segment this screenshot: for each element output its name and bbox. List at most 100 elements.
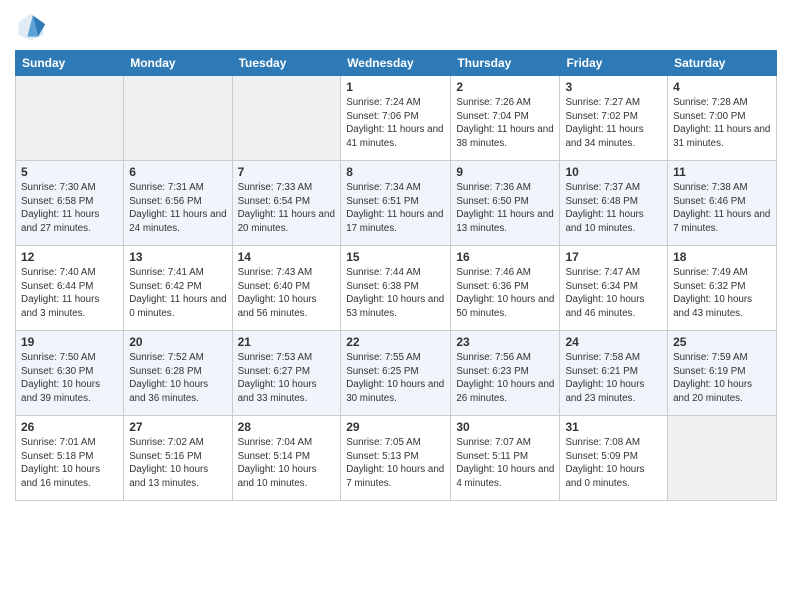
day-info: Sunrise: 7:59 AM Sunset: 6:19 PM Dayligh… <box>673 351 771 406</box>
day-number: 12 <box>21 250 118 264</box>
day-info: Sunrise: 7:40 AM Sunset: 6:44 PM Dayligh… <box>21 266 118 321</box>
weekday-header-row: SundayMondayTuesdayWednesdayThursdayFrid… <box>16 51 777 76</box>
day-info: Sunrise: 7:37 AM Sunset: 6:48 PM Dayligh… <box>565 181 662 236</box>
calendar-cell: 27 Sunrise: 7:02 AM Sunset: 5:16 PM Dayli… <box>124 416 232 501</box>
day-info: Sunrise: 7:50 AM Sunset: 6:30 PM Dayligh… <box>21 351 118 406</box>
calendar-cell: 11 Sunrise: 7:38 AM Sunset: 6:46 PM Dayli… <box>668 161 777 246</box>
weekday-header-sunday: Sunday <box>16 51 124 76</box>
day-number: 22 <box>346 335 445 349</box>
day-info: Sunrise: 7:46 AM Sunset: 6:36 PM Dayligh… <box>456 266 554 321</box>
day-number: 14 <box>238 250 336 264</box>
calendar-cell: 16Sunrise: 7:46 AM Sunset: 6:36 PM Dayli… <box>451 246 560 331</box>
calendar-cell: 6 Sunrise: 7:31 AM Sunset: 6:56 PM Daylig… <box>124 161 232 246</box>
day-info: Sunrise: 7:52 AM Sunset: 6:28 PM Dayligh… <box>129 351 226 406</box>
calendar-cell: 18Sunrise: 7:49 AM Sunset: 6:32 PM Dayli… <box>668 246 777 331</box>
day-number: 9 <box>456 165 554 179</box>
calendar-cell: 4 Sunrise: 7:28 AM Sunset: 7:00 PM Daylig… <box>668 76 777 161</box>
week-row-3: 12 Sunrise: 7:40 AM Sunset: 6:44 PM Dayli… <box>16 246 777 331</box>
calendar-cell: 20 Sunrise: 7:52 AM Sunset: 6:28 PM Dayli… <box>124 331 232 416</box>
calendar-cell: 14 Sunrise: 7:43 AM Sunset: 6:40 PM Dayli… <box>232 246 341 331</box>
day-info: Sunrise: 7:44 AM Sunset: 6:38 PM Dayligh… <box>346 266 445 321</box>
page: SundayMondayTuesdayWednesdayThursdayFrid… <box>0 0 792 612</box>
day-number: 8 <box>346 165 445 179</box>
logo <box>15 10 51 42</box>
day-info: Sunrise: 7:56 AM Sunset: 6:23 PM Dayligh… <box>456 351 554 406</box>
day-number: 31 <box>565 420 662 434</box>
day-info: Sunrise: 7:08 AM Sunset: 5:09 PM Dayligh… <box>565 436 662 491</box>
day-info: Sunrise: 7:33 AM Sunset: 6:54 PM Dayligh… <box>238 181 336 236</box>
day-info: Sunrise: 7:28 AM Sunset: 7:00 PM Dayligh… <box>673 96 771 151</box>
week-row-1: 1Sunrise: 7:24 AM Sunset: 7:06 PM Daylig… <box>16 76 777 161</box>
day-info: Sunrise: 7:43 AM Sunset: 6:40 PM Dayligh… <box>238 266 336 321</box>
week-row-2: 5 Sunrise: 7:30 AM Sunset: 6:58 PM Daylig… <box>16 161 777 246</box>
day-number: 17 <box>565 250 662 264</box>
day-number: 5 <box>21 165 118 179</box>
day-number: 29 <box>346 420 445 434</box>
day-number: 10 <box>565 165 662 179</box>
day-number: 21 <box>238 335 336 349</box>
day-info: Sunrise: 7:58 AM Sunset: 6:21 PM Dayligh… <box>565 351 662 406</box>
day-number: 2 <box>456 80 554 94</box>
day-info: Sunrise: 7:53 AM Sunset: 6:27 PM Dayligh… <box>238 351 336 406</box>
day-info: Sunrise: 7:47 AM Sunset: 6:34 PM Dayligh… <box>565 266 662 321</box>
day-number: 18 <box>673 250 771 264</box>
calendar-cell: 26Sunrise: 7:01 AM Sunset: 5:18 PM Dayli… <box>16 416 124 501</box>
day-info: Sunrise: 7:38 AM Sunset: 6:46 PM Dayligh… <box>673 181 771 236</box>
calendar-cell: 19 Sunrise: 7:50 AM Sunset: 6:30 PM Dayli… <box>16 331 124 416</box>
calendar-cell: 9 Sunrise: 7:36 AM Sunset: 6:50 PM Daylig… <box>451 161 560 246</box>
day-info: Sunrise: 7:02 AM Sunset: 5:16 PM Dayligh… <box>129 436 226 491</box>
weekday-header-thursday: Thursday <box>451 51 560 76</box>
day-number: 26 <box>21 420 118 434</box>
calendar-cell: 3 Sunrise: 7:27 AM Sunset: 7:02 PM Daylig… <box>560 76 668 161</box>
day-info: Sunrise: 7:31 AM Sunset: 6:56 PM Dayligh… <box>129 181 226 236</box>
day-number: 6 <box>129 165 226 179</box>
calendar-cell: 13Sunrise: 7:41 AM Sunset: 6:42 PM Dayli… <box>124 246 232 331</box>
day-info: Sunrise: 7:30 AM Sunset: 6:58 PM Dayligh… <box>21 181 118 236</box>
day-number: 28 <box>238 420 336 434</box>
calendar-cell: 5 Sunrise: 7:30 AM Sunset: 6:58 PM Daylig… <box>16 161 124 246</box>
day-number: 24 <box>565 335 662 349</box>
day-info: Sunrise: 7:24 AM Sunset: 7:06 PM Dayligh… <box>346 96 445 151</box>
weekday-header-wednesday: Wednesday <box>341 51 451 76</box>
day-number: 13 <box>129 250 226 264</box>
calendar-cell: 30 Sunrise: 7:07 AM Sunset: 5:11 PM Dayli… <box>451 416 560 501</box>
calendar-cell: 25 Sunrise: 7:59 AM Sunset: 6:19 PM Dayli… <box>668 331 777 416</box>
calendar-cell <box>232 76 341 161</box>
weekday-header-saturday: Saturday <box>668 51 777 76</box>
week-row-5: 26Sunrise: 7:01 AM Sunset: 5:18 PM Dayli… <box>16 416 777 501</box>
day-number: 15 <box>346 250 445 264</box>
calendar-cell: 12 Sunrise: 7:40 AM Sunset: 6:44 PM Dayli… <box>16 246 124 331</box>
day-info: Sunrise: 7:07 AM Sunset: 5:11 PM Dayligh… <box>456 436 554 491</box>
weekday-header-monday: Monday <box>124 51 232 76</box>
calendar-cell: 28 Sunrise: 7:04 AM Sunset: 5:14 PM Dayli… <box>232 416 341 501</box>
day-number: 19 <box>21 335 118 349</box>
day-number: 7 <box>238 165 336 179</box>
weekday-header-tuesday: Tuesday <box>232 51 341 76</box>
day-info: Sunrise: 7:27 AM Sunset: 7:02 PM Dayligh… <box>565 96 662 151</box>
header <box>15 10 777 42</box>
calendar-cell: 1Sunrise: 7:24 AM Sunset: 7:06 PM Daylig… <box>341 76 451 161</box>
calendar-cell: 24 Sunrise: 7:58 AM Sunset: 6:21 PM Dayli… <box>560 331 668 416</box>
day-number: 25 <box>673 335 771 349</box>
calendar-cell: 7 Sunrise: 7:33 AM Sunset: 6:54 PM Daylig… <box>232 161 341 246</box>
calendar-table: SundayMondayTuesdayWednesdayThursdayFrid… <box>15 50 777 501</box>
day-number: 3 <box>565 80 662 94</box>
weekday-header-friday: Friday <box>560 51 668 76</box>
day-number: 30 <box>456 420 554 434</box>
calendar-cell: 21 Sunrise: 7:53 AM Sunset: 6:27 PM Dayli… <box>232 331 341 416</box>
day-number: 20 <box>129 335 226 349</box>
day-number: 4 <box>673 80 771 94</box>
calendar-cell: 2Sunrise: 7:26 AM Sunset: 7:04 PM Daylig… <box>451 76 560 161</box>
day-info: Sunrise: 7:36 AM Sunset: 6:50 PM Dayligh… <box>456 181 554 236</box>
calendar-cell: 8 Sunrise: 7:34 AM Sunset: 6:51 PM Daylig… <box>341 161 451 246</box>
calendar-cell: 23Sunrise: 7:56 AM Sunset: 6:23 PM Dayli… <box>451 331 560 416</box>
day-number: 27 <box>129 420 226 434</box>
day-info: Sunrise: 7:34 AM Sunset: 6:51 PM Dayligh… <box>346 181 445 236</box>
calendar-cell <box>668 416 777 501</box>
calendar-cell <box>124 76 232 161</box>
day-number: 11 <box>673 165 771 179</box>
calendar-cell: 31 Sunrise: 7:08 AM Sunset: 5:09 PM Dayli… <box>560 416 668 501</box>
day-info: Sunrise: 7:05 AM Sunset: 5:13 PM Dayligh… <box>346 436 445 491</box>
week-row-4: 19 Sunrise: 7:50 AM Sunset: 6:30 PM Dayli… <box>16 331 777 416</box>
day-info: Sunrise: 7:04 AM Sunset: 5:14 PM Dayligh… <box>238 436 336 491</box>
